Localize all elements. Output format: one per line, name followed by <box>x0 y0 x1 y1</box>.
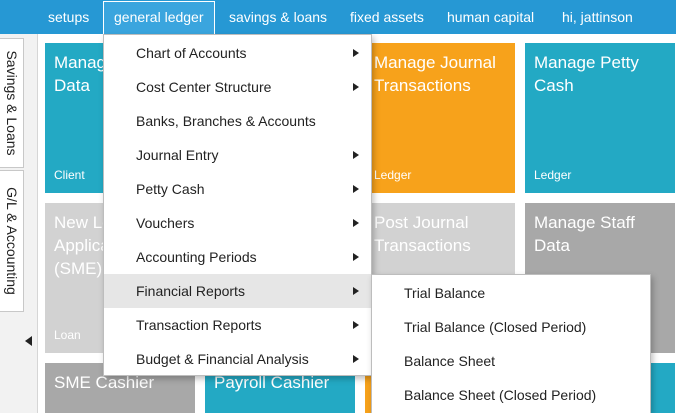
general-ledger-menu: Chart of Accounts Cost Center Structure … <box>103 34 372 376</box>
menu-item-label: Budget & Financial Analysis <box>136 351 309 367</box>
submenu-item-trial-balance-closed-period[interactable]: Trial Balance (Closed Period) <box>372 310 650 344</box>
menu-item-cost-center-structure[interactable]: Cost Center Structure <box>104 70 371 104</box>
sidebar-tab-label: G/L & Accounting <box>3 187 20 295</box>
submenu-item-label: Balance Sheet (Closed Period) <box>404 387 597 403</box>
menu-item-financial-reports[interactable]: Financial Reports <box>104 274 371 308</box>
menu-item-journal-entry[interactable]: Journal Entry <box>104 138 371 172</box>
tile-title: Manage Journal Transactions <box>374 53 496 95</box>
menu-item-label: Financial Reports <box>136 283 245 299</box>
nav-savings-loans[interactable]: savings & loans <box>229 0 327 34</box>
submenu-item-label: Trial Balance <box>404 285 486 301</box>
menu-item-label: Chart of Accounts <box>136 45 247 61</box>
tile-caption: Ledger <box>534 168 572 182</box>
financial-reports-submenu: Trial Balance Trial Balance (Closed Peri… <box>371 274 651 413</box>
menu-item-transaction-reports[interactable]: Transaction Reports <box>104 308 371 342</box>
submenu-arrow-icon <box>353 83 359 91</box>
sidebar-tab-savings-loans[interactable]: Savings & Loans <box>0 38 24 168</box>
collapse-arrow-icon[interactable] <box>25 336 32 346</box>
submenu-arrow-icon <box>353 49 359 57</box>
menu-item-label: Vouchers <box>136 215 195 231</box>
menu-item-label: Transaction Reports <box>136 317 262 333</box>
menu-item-label: Petty Cash <box>136 181 205 197</box>
menu-item-label: Journal Entry <box>136 147 219 163</box>
top-nav-bar: setups general ledger savings & loans fi… <box>0 0 676 34</box>
nav-general-ledger[interactable]: general ledger <box>103 1 215 34</box>
submenu-item-label: Trial Balance (Closed Period) <box>404 319 587 335</box>
menu-item-vouchers[interactable]: Vouchers <box>104 206 371 240</box>
submenu-item-label: Balance Sheet <box>404 353 496 369</box>
tile-caption: Client <box>54 168 85 182</box>
submenu-item-balance-sheet[interactable]: Balance Sheet <box>372 344 650 378</box>
tile-title: Post Journal Transactions <box>374 213 471 255</box>
tile-manage-journal-transactions[interactable]: Manage Journal Transactions Ledger <box>365 43 515 193</box>
submenu-item-trial-balance[interactable]: Trial Balance <box>372 276 650 310</box>
tile-title: Manage Staff Data <box>534 213 635 255</box>
tile-caption: Ledger <box>374 168 412 182</box>
tile-manage-petty-cash[interactable]: Manage Petty Cash Ledger <box>525 43 675 193</box>
menu-item-budget-financial-analysis[interactable]: Budget & Financial Analysis <box>104 342 371 376</box>
submenu-arrow-icon <box>353 287 359 295</box>
menu-item-banks-branches-accounts[interactable]: Banks, Branches & Accounts <box>104 104 371 138</box>
submenu-arrow-icon <box>353 185 359 193</box>
menu-item-label: Cost Center Structure <box>136 79 272 95</box>
menu-item-accounting-periods[interactable]: Accounting Periods <box>104 240 371 274</box>
tile-title: Manage Petty Cash <box>534 53 639 95</box>
menu-item-petty-cash[interactable]: Petty Cash <box>104 172 371 206</box>
nav-setups[interactable]: setups <box>48 0 89 34</box>
nav-human-capital[interactable]: human capital <box>447 0 534 34</box>
sidebar-tab-label: Savings & Loans <box>3 50 20 156</box>
submenu-arrow-icon <box>353 151 359 159</box>
sidebar-tab-gl-accounting[interactable]: G/L & Accounting <box>0 170 24 312</box>
nav-fixed-assets[interactable]: fixed assets <box>350 0 424 34</box>
menu-item-chart-of-accounts[interactable]: Chart of Accounts <box>104 36 371 70</box>
menu-item-label: Accounting Periods <box>136 249 257 265</box>
tile-caption: Loan <box>54 328 81 342</box>
submenu-arrow-icon <box>353 253 359 261</box>
nav-user-greeting[interactable]: hi, jattinson <box>562 0 633 34</box>
menu-item-label: Banks, Branches & Accounts <box>136 113 316 129</box>
submenu-arrow-icon <box>353 355 359 363</box>
submenu-arrow-icon <box>353 321 359 329</box>
side-panel: Savings & Loans G/L & Accounting <box>0 34 38 413</box>
submenu-item-balance-sheet-closed-period[interactable]: Balance Sheet (Closed Period) <box>372 378 650 412</box>
submenu-arrow-icon <box>353 219 359 227</box>
